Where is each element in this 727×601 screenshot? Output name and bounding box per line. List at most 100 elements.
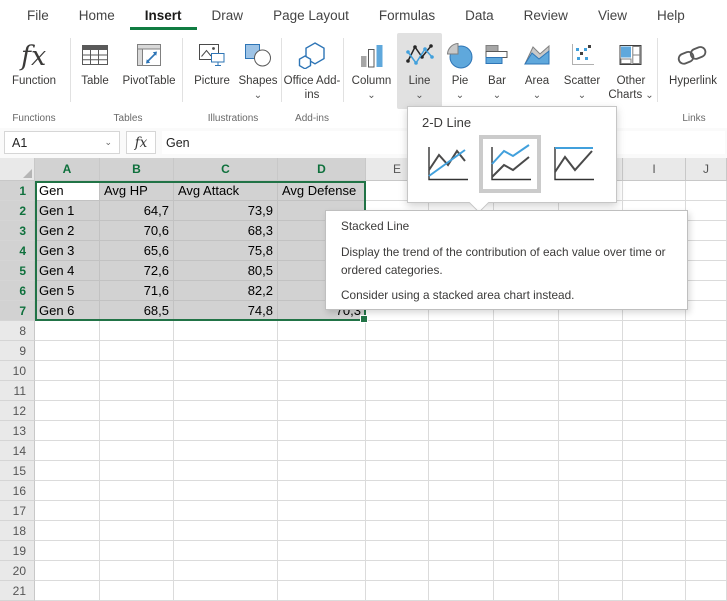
column-header-c[interactable]: C <box>174 158 278 181</box>
cell-D13[interactable] <box>278 421 366 441</box>
cell-A10[interactable] <box>35 361 100 381</box>
cell-C21[interactable] <box>174 581 278 601</box>
cell-C9[interactable] <box>174 341 278 361</box>
cell-I8[interactable] <box>623 321 686 341</box>
menu-tab-data[interactable]: Data <box>450 0 509 30</box>
cell-F19[interactable] <box>429 541 494 561</box>
cell-H18[interactable] <box>559 521 623 541</box>
cell-B7[interactable]: 68,5 <box>100 301 174 321</box>
cell-G8[interactable] <box>494 321 559 341</box>
cell-H19[interactable] <box>559 541 623 561</box>
cell-G9[interactable] <box>494 341 559 361</box>
cell-B3[interactable]: 70,6 <box>100 221 174 241</box>
cell-H14[interactable] <box>559 441 623 461</box>
cell-C6[interactable]: 82,2 <box>174 281 278 301</box>
cell-E11[interactable] <box>366 381 429 401</box>
cell-I10[interactable] <box>623 361 686 381</box>
cell-A21[interactable] <box>35 581 100 601</box>
cell-B20[interactable] <box>100 561 174 581</box>
cell-J19[interactable] <box>686 541 727 561</box>
cell-C5[interactable]: 80,5 <box>174 261 278 281</box>
hyperlink-button[interactable]: Hyperlink <box>660 33 726 109</box>
cell-A15[interactable] <box>35 461 100 481</box>
cell-G21[interactable] <box>494 581 559 601</box>
row-header-15[interactable]: 15 <box>0 461 35 481</box>
column-header-j[interactable]: J <box>686 158 727 181</box>
cell-A13[interactable] <box>35 421 100 441</box>
chart-option-line[interactable] <box>422 141 472 187</box>
cell-A20[interactable] <box>35 561 100 581</box>
menu-tab-home[interactable]: Home <box>64 0 130 30</box>
cell-A18[interactable] <box>35 521 100 541</box>
cell-C20[interactable] <box>174 561 278 581</box>
cell-J14[interactable] <box>686 441 727 461</box>
cell-E8[interactable] <box>366 321 429 341</box>
cell-J6[interactable] <box>686 281 727 301</box>
cell-H16[interactable] <box>559 481 623 501</box>
row-header-19[interactable]: 19 <box>0 541 35 561</box>
cell-D8[interactable] <box>278 321 366 341</box>
cell-J10[interactable] <box>686 361 727 381</box>
function-button[interactable]: fx Function <box>2 33 66 109</box>
cell-E15[interactable] <box>366 461 429 481</box>
cell-J8[interactable] <box>686 321 727 341</box>
cell-I18[interactable] <box>623 521 686 541</box>
cell-J5[interactable] <box>686 261 727 281</box>
cell-J9[interactable] <box>686 341 727 361</box>
cell-G19[interactable] <box>494 541 559 561</box>
row-header-16[interactable]: 16 <box>0 481 35 501</box>
cell-J7[interactable] <box>686 301 727 321</box>
name-box[interactable]: A1 ⌄ <box>4 131 120 154</box>
row-header-10[interactable]: 10 <box>0 361 35 381</box>
cell-J18[interactable] <box>686 521 727 541</box>
cell-H10[interactable] <box>559 361 623 381</box>
cell-D21[interactable] <box>278 581 366 601</box>
cell-F18[interactable] <box>429 521 494 541</box>
scatter-chart-button[interactable]: Scatter ⌄ <box>558 33 606 109</box>
row-header-9[interactable]: 9 <box>0 341 35 361</box>
cell-G18[interactable] <box>494 521 559 541</box>
cell-J11[interactable] <box>686 381 727 401</box>
menu-tab-review[interactable]: Review <box>509 0 583 30</box>
cell-I21[interactable] <box>623 581 686 601</box>
cell-A5[interactable]: Gen 4 <box>35 261 100 281</box>
column-header-d[interactable]: D <box>278 158 366 181</box>
cell-C12[interactable] <box>174 401 278 421</box>
cell-C8[interactable] <box>174 321 278 341</box>
cell-J4[interactable] <box>686 241 727 261</box>
cell-E18[interactable] <box>366 521 429 541</box>
cell-I13[interactable] <box>623 421 686 441</box>
cell-B16[interactable] <box>100 481 174 501</box>
cell-G16[interactable] <box>494 481 559 501</box>
cell-F11[interactable] <box>429 381 494 401</box>
cell-F13[interactable] <box>429 421 494 441</box>
pivottable-button[interactable]: PivotTable <box>118 33 180 109</box>
cell-B21[interactable] <box>100 581 174 601</box>
cell-J15[interactable] <box>686 461 727 481</box>
cell-I11[interactable] <box>623 381 686 401</box>
cell-G15[interactable] <box>494 461 559 481</box>
cell-I20[interactable] <box>623 561 686 581</box>
cell-D17[interactable] <box>278 501 366 521</box>
menu-tab-page-layout[interactable]: Page Layout <box>258 0 364 30</box>
column-chart-button[interactable]: Column ⌄ <box>346 33 397 109</box>
cell-A16[interactable] <box>35 481 100 501</box>
cell-J12[interactable] <box>686 401 727 421</box>
column-header-i[interactable]: I <box>623 158 686 181</box>
cell-B14[interactable] <box>100 441 174 461</box>
menu-tab-view[interactable]: View <box>583 0 642 30</box>
menu-tab-insert[interactable]: Insert <box>130 0 197 30</box>
cell-C11[interactable] <box>174 381 278 401</box>
row-header-11[interactable]: 11 <box>0 381 35 401</box>
cell-D18[interactable] <box>278 521 366 541</box>
cell-H21[interactable] <box>559 581 623 601</box>
cell-A6[interactable]: Gen 5 <box>35 281 100 301</box>
cell-I17[interactable] <box>623 501 686 521</box>
cell-A7[interactable]: Gen 6 <box>35 301 100 321</box>
cell-E10[interactable] <box>366 361 429 381</box>
row-header-1[interactable]: 1 <box>0 181 35 201</box>
cell-I16[interactable] <box>623 481 686 501</box>
cell-A17[interactable] <box>35 501 100 521</box>
cell-A1[interactable]: Gen <box>35 181 100 201</box>
row-header-20[interactable]: 20 <box>0 561 35 581</box>
